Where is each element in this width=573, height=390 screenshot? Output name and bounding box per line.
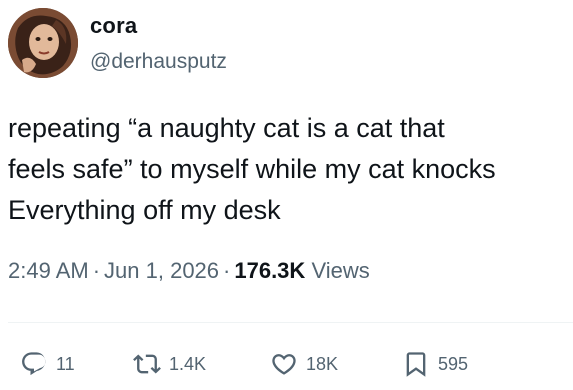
avatar[interactable] (8, 8, 78, 78)
retweet-button[interactable]: 1.4K (133, 344, 206, 384)
retweet-icon (133, 354, 161, 374)
bookmark-button[interactable]: 595 (402, 344, 468, 384)
meta-separator: · (223, 258, 231, 283)
heart-icon (272, 354, 296, 375)
display-name[interactable]: cora (90, 13, 137, 39)
user-handle[interactable]: @derhausputz (90, 50, 227, 74)
meta-separator: · (92, 258, 101, 283)
tweet-date[interactable]: Jun 1, 2026 (104, 258, 219, 283)
reply-bubble-icon (22, 352, 46, 376)
retweet-count: 1.4K (169, 353, 207, 374)
tweet-card: cora @derhausputz repeating “a naughty c… (0, 0, 573, 390)
like-button[interactable]: 18K (270, 344, 338, 384)
reply-button[interactable]: 11 (20, 344, 75, 384)
views-label: Views (311, 258, 370, 283)
tweet-text: repeating “a naughty cat is a cat that f… (8, 108, 568, 231)
bookmark-count: 595 (438, 353, 469, 374)
tweet-meta: 2:49 AM · Jun 1, 2026 · 176.3K Views (8, 258, 370, 284)
tweet-text-line: feels safe” to myself while my cat knock… (8, 154, 496, 184)
profile-photo-icon (8, 8, 78, 78)
tweet-text-line: Everything off my desk (8, 195, 281, 225)
tweet-time[interactable]: 2:49 AM (8, 258, 89, 283)
views-count[interactable]: 176.3K (234, 258, 305, 283)
action-bar: 11 1.4K 18K 595 (0, 344, 573, 384)
tweet-text-line: repeating “a naughty cat is a cat that (8, 113, 445, 143)
divider (8, 322, 573, 323)
bookmark-icon (406, 352, 426, 377)
reply-count: 11 (56, 353, 75, 374)
like-count: 18K (306, 353, 339, 374)
